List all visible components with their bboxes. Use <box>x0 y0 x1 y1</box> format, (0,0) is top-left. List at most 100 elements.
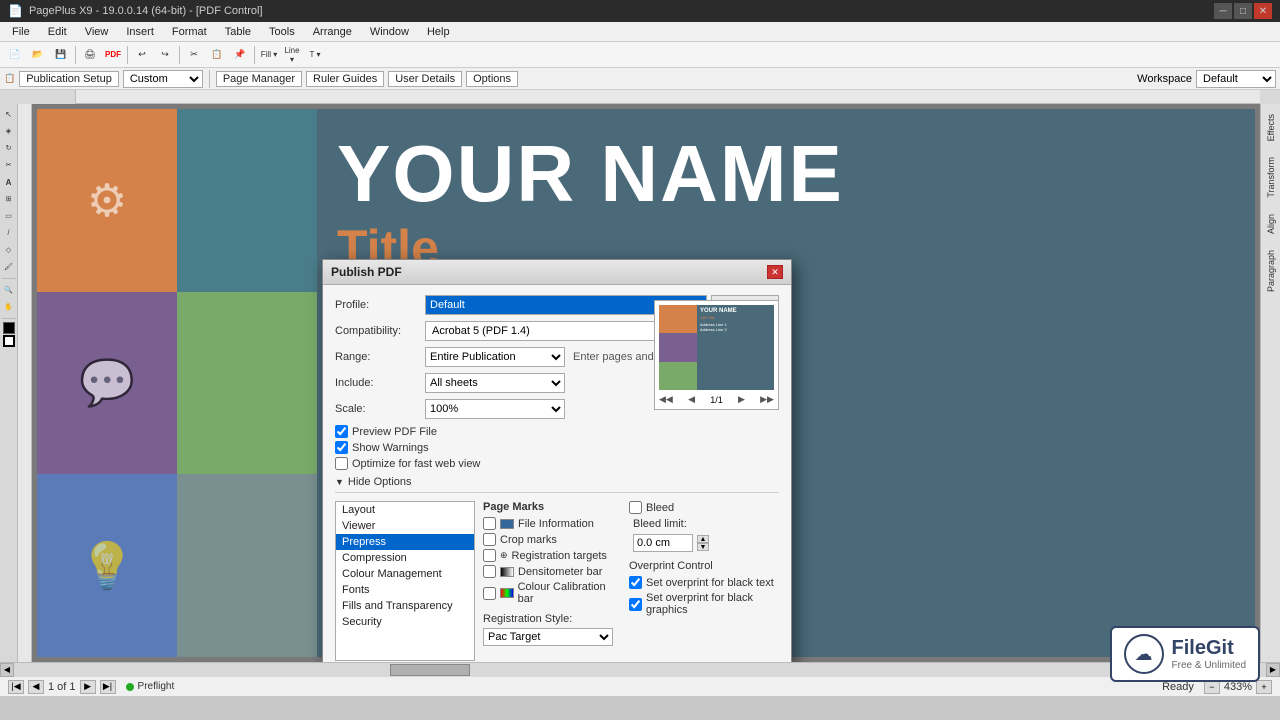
table-tool[interactable]: ⊞ <box>1 191 17 207</box>
ruler-guides-button[interactable]: Ruler Guides <box>306 71 384 87</box>
arrow-tool[interactable]: ↖ <box>1 106 17 122</box>
optimize-web-label: Optimize for fast web view <box>352 458 480 470</box>
next-btn[interactable]: ▶ <box>738 394 745 405</box>
range-select[interactable]: Entire Publication <box>425 347 565 367</box>
open-btn[interactable]: 📂 <box>27 45 49 65</box>
bleed-spin-up[interactable]: ▲ <box>697 535 709 543</box>
save-btn[interactable]: 💾 <box>50 45 72 65</box>
prev-btn[interactable]: ◀ <box>688 394 695 405</box>
prev-page-btn-status[interactable]: ◀ <box>28 680 44 694</box>
preview-right-content: YOUR NAME Job Title Address Line 1 Addre… <box>697 305 774 390</box>
rotate-tool[interactable]: ↻ <box>1 140 17 156</box>
transform-tab[interactable]: Transform <box>1264 151 1278 204</box>
mark-crop-checkbox[interactable] <box>483 533 496 546</box>
menu-window[interactable]: Window <box>362 24 417 40</box>
mark-calibration-checkbox[interactable] <box>483 587 496 600</box>
mark-densitometer: Densitometer bar <box>483 565 621 578</box>
mark-densitometer-checkbox[interactable] <box>483 565 496 578</box>
list-fills[interactable]: Fills and Transparency <box>336 598 474 614</box>
show-warnings-checkbox[interactable] <box>335 441 348 454</box>
text-btn[interactable]: T ▾ <box>304 45 326 65</box>
sec-sep-1 <box>209 70 210 88</box>
options-button[interactable]: Options <box>466 71 518 87</box>
pub-setup-button[interactable]: Publication Setup <box>19 71 119 87</box>
close-button[interactable]: ✕ <box>1254 3 1272 19</box>
menu-tools[interactable]: Tools <box>261 24 303 40</box>
line-draw-tool[interactable]: / <box>1 225 17 241</box>
pan-tool[interactable]: ✋ <box>1 299 17 315</box>
menu-insert[interactable]: Insert <box>118 24 162 40</box>
reg-style-select[interactable]: Pac Target <box>483 628 613 646</box>
shape-tool[interactable]: ◇ <box>1 242 17 258</box>
line-btn[interactable]: Line ▾ <box>281 45 303 65</box>
next-page-btn-status[interactable]: ▶ <box>80 680 96 694</box>
menu-format[interactable]: Format <box>164 24 215 40</box>
page-marks-title: Page Marks <box>483 501 621 513</box>
bleed-checkbox[interactable] <box>629 501 642 514</box>
text-tool[interactable]: A <box>1 174 17 190</box>
node-tool[interactable]: ◈ <box>1 123 17 139</box>
scrollbar-thumb[interactable] <box>390 664 470 676</box>
scroll-right-btn[interactable]: ▶ <box>1266 663 1280 677</box>
next-page-btn[interactable]: ▶▶ <box>760 394 774 405</box>
list-compression[interactable]: Compression <box>336 550 474 566</box>
scroll-left-btn[interactable]: ◀ <box>0 663 14 677</box>
frame-tool[interactable]: ▭ <box>1 208 17 224</box>
preview-pdf-checkbox[interactable] <box>335 425 348 438</box>
list-fonts[interactable]: Fonts <box>336 582 474 598</box>
pub-setup-dropdown[interactable]: Custom <box>123 70 203 88</box>
list-security[interactable]: Security <box>336 614 474 630</box>
page-manager-button[interactable]: Page Manager <box>216 71 302 87</box>
dialog-title-text: Publish PDF <box>331 265 402 279</box>
new-btn[interactable]: 📄 <box>4 45 26 65</box>
workspace-dropdown[interactable]: Default <box>1196 70 1276 88</box>
bleed-limit-label: Bleed limit: <box>633 518 687 530</box>
mark-file-info-checkbox[interactable] <box>483 517 496 530</box>
stroke-fill[interactable] <box>3 335 15 347</box>
paragraph-tab[interactable]: Paragraph <box>1264 244 1278 298</box>
zoom-tool[interactable]: 🔍 <box>1 282 17 298</box>
cut-btn[interactable]: ✂ <box>183 45 205 65</box>
minimize-button[interactable]: ─ <box>1214 3 1232 19</box>
paste-btn[interactable]: 📌 <box>229 45 251 65</box>
list-viewer[interactable]: Viewer <box>336 518 474 534</box>
menu-edit[interactable]: Edit <box>40 24 75 40</box>
menu-arrange[interactable]: Arrange <box>305 24 360 40</box>
list-prepress[interactable]: Prepress <box>336 534 474 550</box>
include-select[interactable]: All sheets <box>425 373 565 393</box>
redo-btn[interactable]: ↪ <box>154 45 176 65</box>
align-tab[interactable]: Align <box>1264 208 1278 240</box>
bleed-limit-input[interactable] <box>633 534 693 552</box>
menu-table[interactable]: Table <box>217 24 259 40</box>
scale-select[interactable]: 100% <box>425 399 565 419</box>
crop-tool[interactable]: ✂ <box>1 157 17 173</box>
overprint-graphics-checkbox[interactable] <box>629 598 642 611</box>
paint-tool[interactable]: 🖌 <box>1 259 17 275</box>
overprint-text-checkbox[interactable] <box>629 576 642 589</box>
effects-tab[interactable]: Effects <box>1264 108 1278 147</box>
list-layout[interactable]: Layout <box>336 502 474 518</box>
menu-help[interactable]: Help <box>419 24 458 40</box>
print-btn[interactable]: 🖨 <box>79 45 101 65</box>
hide-options-toggle[interactable]: ▼ Hide Options <box>335 476 779 488</box>
dialog-close-button[interactable]: ✕ <box>767 265 783 279</box>
restore-button[interactable]: □ <box>1234 3 1252 19</box>
menu-file[interactable]: File <box>4 24 38 40</box>
optimize-web-checkbox[interactable] <box>335 457 348 470</box>
list-colour-management[interactable]: Colour Management <box>336 566 474 582</box>
menu-view[interactable]: View <box>77 24 117 40</box>
pdf-btn[interactable]: PDF <box>102 45 124 65</box>
zoom-in-btn-status[interactable]: + <box>1256 680 1272 694</box>
color-grid: ⚙ 💬 💡 <box>37 109 317 657</box>
left-sidebar: ↖ ◈ ↻ ✂ A ⊞ ▭ / ◇ 🖌 🔍 ✋ <box>0 104 18 662</box>
prev-page-btn[interactable]: ◀◀ <box>659 394 673 405</box>
zoom-in-btn[interactable]: Fill ▾ <box>258 45 280 65</box>
mark-registration-checkbox[interactable] <box>483 549 496 562</box>
last-page-btn[interactable]: ▶| <box>100 680 116 694</box>
undo-btn[interactable]: ↩ <box>131 45 153 65</box>
bleed-spin-down[interactable]: ▼ <box>697 543 709 551</box>
user-details-button[interactable]: User Details <box>388 71 462 87</box>
color-fill[interactable] <box>3 322 15 334</box>
copy-btn[interactable]: 📋 <box>206 45 228 65</box>
first-page-btn[interactable]: |◀ <box>8 680 24 694</box>
